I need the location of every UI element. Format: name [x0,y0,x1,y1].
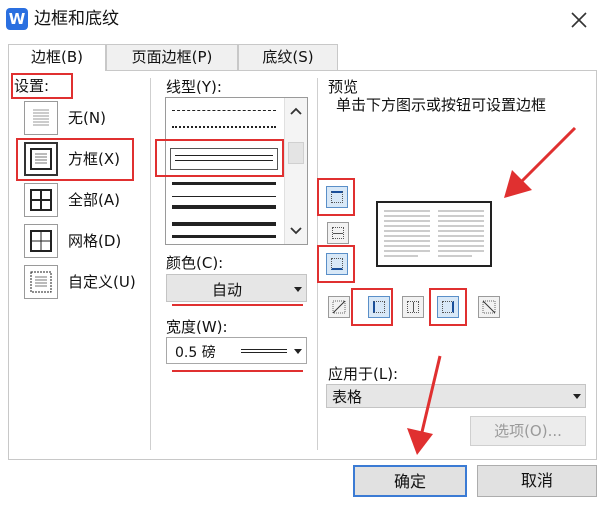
annotation-arrow [504,126,577,198]
tab-border[interactable]: 边框(B) [8,44,106,71]
annotation-arrow [407,355,442,455]
annotation-arrows [407,126,577,455]
